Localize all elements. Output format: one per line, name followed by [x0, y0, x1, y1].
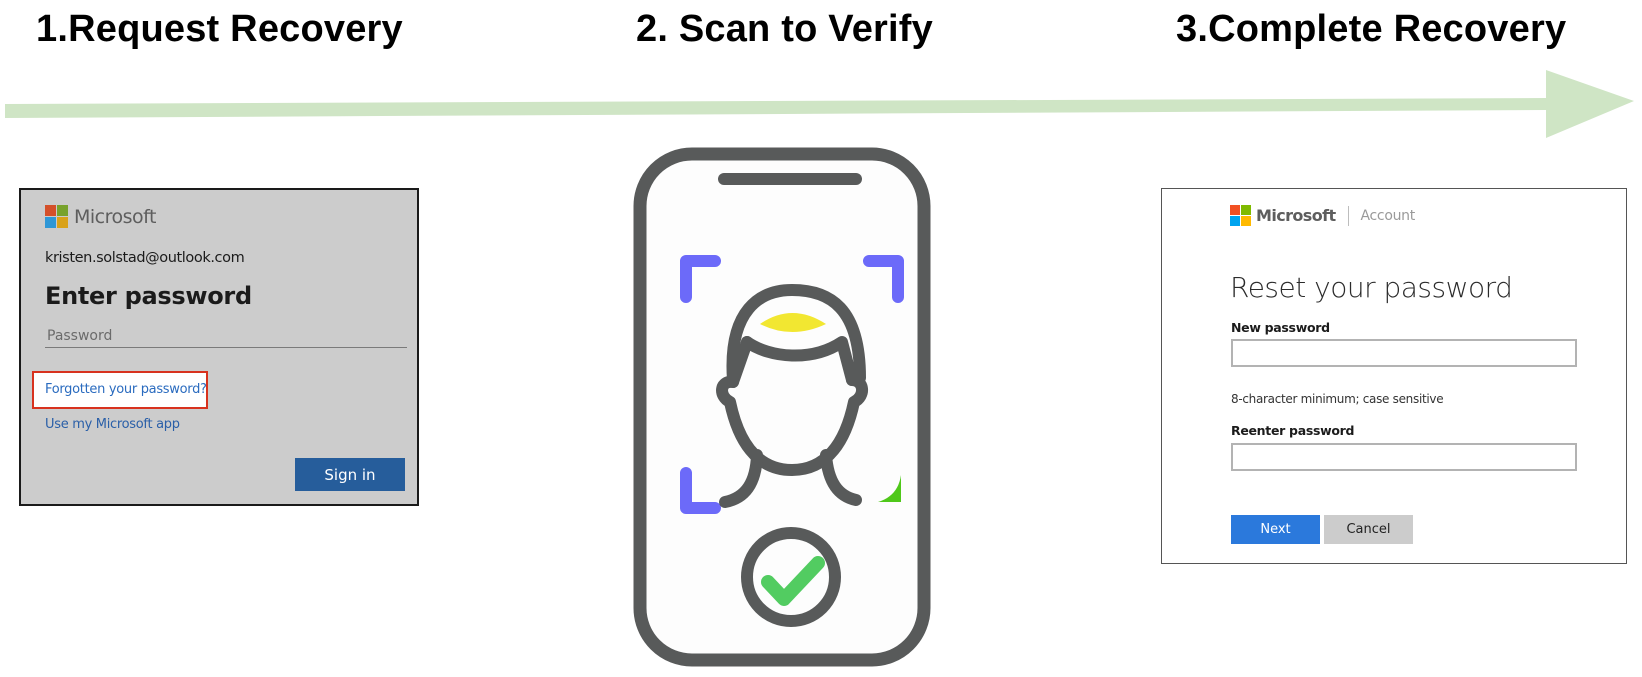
microsoft-squares-icon [45, 205, 68, 228]
microsoft-logo: Microsoft [45, 205, 156, 228]
microsoft-account-header: Microsoft Account [1230, 205, 1415, 226]
section-name: Account [1360, 207, 1416, 224]
reenter-password-input[interactable] [1231, 443, 1577, 471]
new-password-label: New password [1231, 320, 1330, 335]
reenter-password-label: Reenter password [1231, 423, 1355, 438]
forgot-password-link[interactable]: Forgotten your password? [45, 382, 207, 397]
password-input[interactable] [45, 324, 407, 348]
account-email: kristen.solstad@outlook.com [45, 250, 245, 266]
brand-name: Microsoft [74, 205, 156, 228]
phone-body [633, 147, 931, 667]
use-microsoft-app-link[interactable]: Use my Microsoft app [45, 417, 180, 432]
login-heading: Enter password [45, 282, 252, 310]
process-arrow [5, 70, 1634, 138]
sign-in-button[interactable]: Sign in [295, 458, 405, 491]
new-password-input[interactable] [1231, 339, 1577, 367]
step-2-title: 2. Scan to Verify [636, 8, 933, 50]
next-button[interactable]: Next [1231, 515, 1320, 544]
brand-name: Microsoft [1256, 206, 1336, 225]
login-card: Microsoft kristen.solstad@outlook.com En… [19, 188, 419, 506]
header-divider [1347, 205, 1349, 226]
step-1-title: 1.Request Recovery [36, 8, 403, 50]
arrow-shape [5, 70, 1634, 138]
reset-heading: Reset your password [1230, 271, 1513, 304]
step-3-title: 3.Complete Recovery [1176, 8, 1567, 50]
reset-password-card: Microsoft Account Reset your password Ne… [1161, 188, 1627, 564]
microsoft-squares-icon [1230, 205, 1251, 226]
password-hint: 8-character minimum; case sensitive [1231, 392, 1444, 406]
phone-scan-illustration [633, 147, 931, 667]
cancel-button[interactable]: Cancel [1324, 515, 1413, 544]
